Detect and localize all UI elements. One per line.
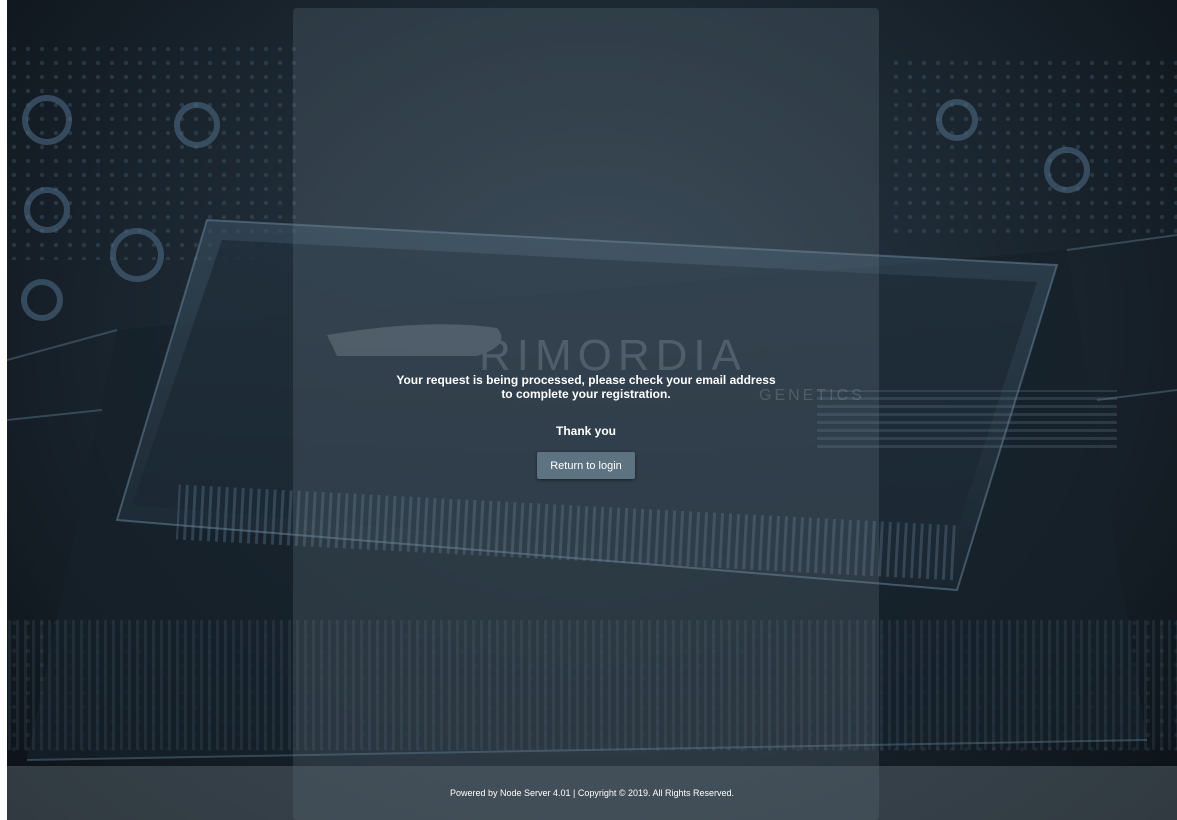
confirmation-line-1: Your request is being processed, please … — [396, 373, 776, 387]
return-to-login-button[interactable]: Return to login — [537, 452, 635, 479]
confirmation-message: Your request is being processed, please … — [293, 373, 879, 401]
footer-bar: Powered by Node Server 4.01 | Copyright … — [7, 766, 1177, 820]
thank-you-text: Thank you — [555, 424, 616, 438]
page-viewport: RIMORDIA GENETICS Your request is being … — [7, 0, 1177, 820]
content-panel — [293, 8, 879, 820]
footer-copyright: Powered by Node Server 4.01 | Copyright … — [449, 788, 735, 798]
confirmation-line-2: to complete your registration. — [501, 387, 671, 401]
